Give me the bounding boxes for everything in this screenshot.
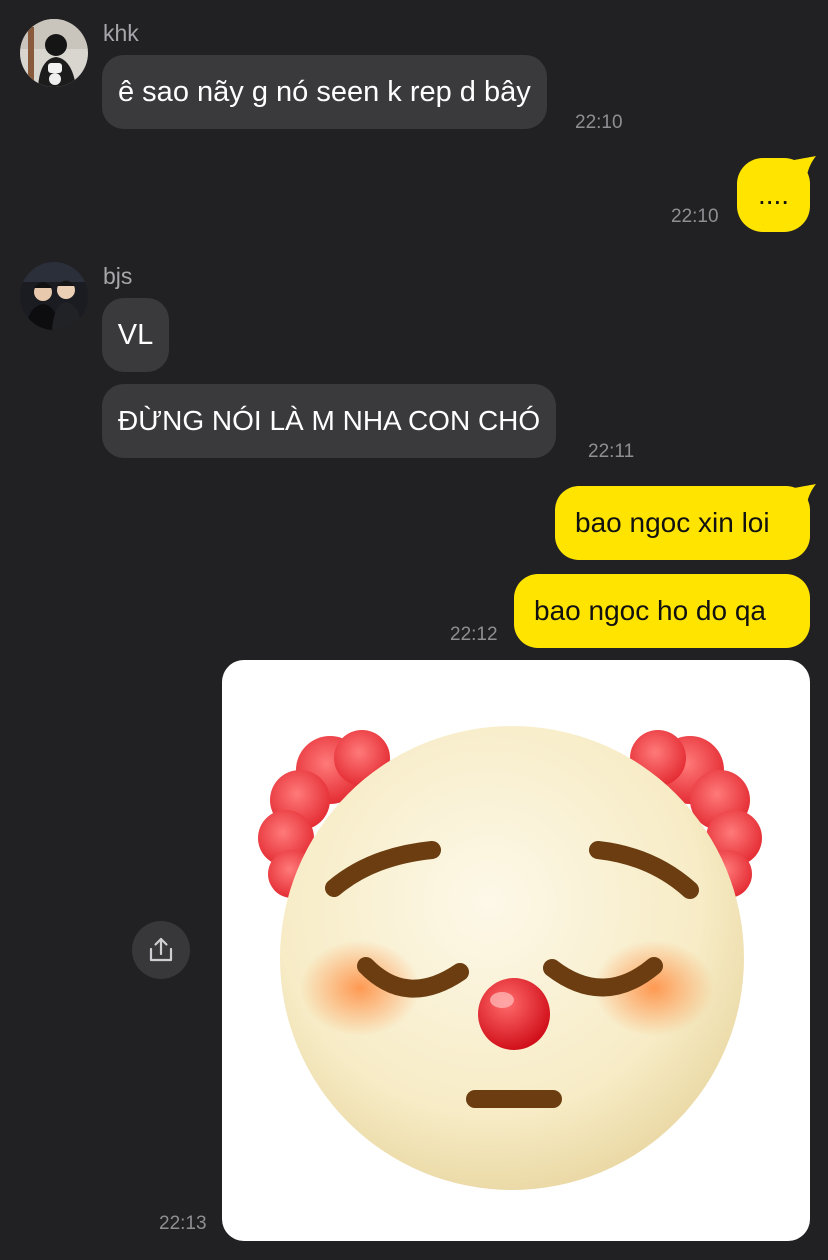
- outgoing-message-bubble[interactable]: bao ngoc ho do qa: [514, 574, 810, 648]
- message-text: VL: [117, 319, 154, 351]
- avatar-bjs[interactable]: [20, 262, 88, 330]
- clown-face-emoji: [258, 726, 762, 1190]
- message-text: ....: [757, 179, 790, 210]
- share-button[interactable]: [132, 921, 190, 979]
- message-text: bao ngoc ho do qa: [534, 595, 766, 626]
- bubble-tail: [790, 156, 816, 180]
- message-text: bao ngoc xin loi: [575, 507, 770, 538]
- incoming-message-bubble[interactable]: ĐỪNG NÓI LÀ M NHA CON CHÓ: [102, 384, 557, 458]
- avatar-khk[interactable]: [20, 19, 88, 87]
- message-timestamp: 22:10: [671, 206, 719, 227]
- bubble-tail: [790, 484, 816, 508]
- message-text: ĐỪNG NÓI LÀ M NHA CON CHÓ: [118, 405, 541, 436]
- message-timestamp: 22:11: [588, 441, 635, 462]
- avatar-khk-image: [20, 19, 88, 87]
- incoming-message-bubble[interactable]: ê sao nãy g nó seen k rep d bây: [102, 55, 547, 129]
- message-timestamp: 22:13: [159, 1213, 207, 1234]
- message-text: ê sao nãy g nó seen k rep d bây: [118, 76, 531, 108]
- outgoing-message-bubble[interactable]: bao ngoc xin loi: [555, 486, 810, 560]
- sender-name-bjs: bjs: [103, 263, 133, 289]
- share-icon: [149, 937, 173, 962]
- message-timestamp: 22:12: [450, 624, 498, 645]
- sender-name-khk: khk: [103, 20, 139, 46]
- message-timestamp: 22:10: [575, 112, 623, 133]
- incoming-message-bubble[interactable]: VL: [102, 298, 169, 372]
- image-message[interactable]: [222, 660, 810, 1241]
- avatar-bjs-image: [20, 262, 88, 330]
